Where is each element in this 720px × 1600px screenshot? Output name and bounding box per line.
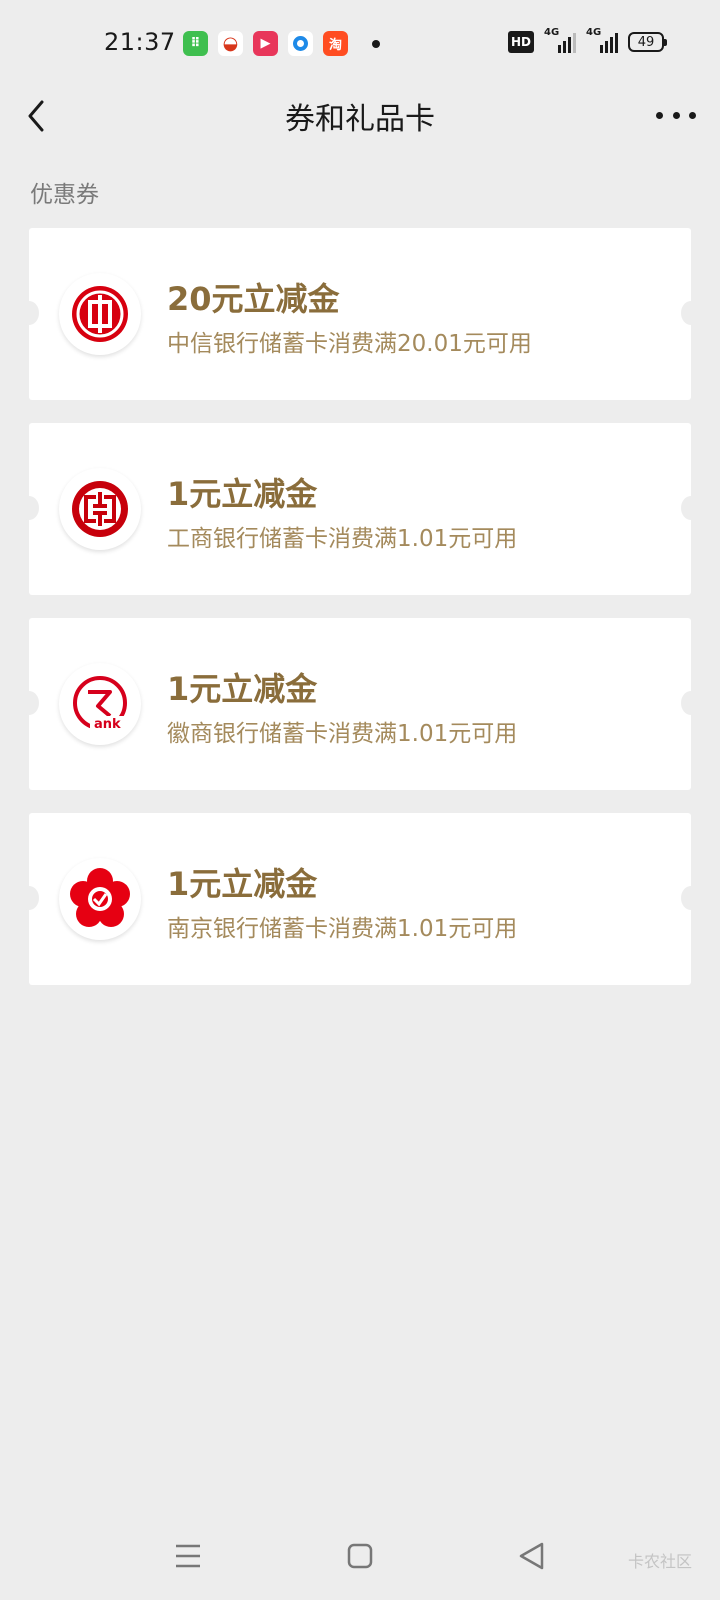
- system-icons: HD 4G 4G 49: [507, 27, 667, 53]
- coupon-card-icbc[interactable]: 1元立减金 工商银行储蓄卡消费满1.01元可用: [19, 423, 701, 595]
- battery-icon: 49: [628, 32, 667, 52]
- more-dot-icon: [689, 111, 696, 119]
- square-icon: [347, 1543, 373, 1569]
- menu-icon: [176, 1544, 200, 1568]
- huishang-logo-text: ank: [94, 717, 121, 732]
- signal-1-label: 4G: [544, 27, 560, 38]
- coupon-desc: 工商银行储蓄卡消费满1.01元可用: [167, 526, 518, 552]
- signal-icon-2: 4G: [586, 27, 618, 53]
- watermark: 卡农社区: [627, 1552, 692, 1571]
- notification-icons: ⠿ ◒ ▶ 淘: [183, 31, 348, 56]
- coupon-desc: 中信银行储蓄卡消费满20.01元可用: [167, 331, 532, 357]
- coupon-title: 1元立减金: [167, 475, 318, 513]
- status-bar: 21:37 ⠿ ◒ ▶ 淘 HD 4G 4G 49: [0, 0, 720, 88]
- coupon-list: 20元立减金 中信银行储蓄卡消费满20.01元可用 1元立减金 工商银行储蓄卡消…: [19, 228, 701, 1008]
- signal-2-label: 4G: [586, 27, 602, 38]
- citic-bank-logo: [59, 273, 141, 355]
- coupon-title: 20元立减金: [167, 280, 340, 318]
- coupon-card-huishang[interactable]: ank 1元立减金 徽商银行储蓄卡消费满1.01元可用: [19, 618, 701, 790]
- section-label-coupons: 优惠券: [30, 182, 99, 208]
- coupon-desc: 南京银行储蓄卡消费满1.01元可用: [167, 916, 518, 942]
- coupon-desc: 徽商银行储蓄卡消费满1.01元可用: [167, 721, 518, 747]
- app-icon-taobao-orange: ◒: [218, 31, 243, 56]
- app-icon-video-pink: ▶: [253, 31, 278, 56]
- system-back-button[interactable]: [512, 1536, 552, 1576]
- coupon-title: 1元立减金: [167, 865, 318, 903]
- app-icon-green: ⠿: [183, 31, 208, 56]
- recent-apps-button[interactable]: [168, 1536, 208, 1576]
- app-icon-blue-ring: [288, 31, 313, 56]
- app-icon-taobao-red: 淘: [323, 31, 348, 56]
- nav-bar: 券和礼品卡: [0, 88, 720, 144]
- coupon-card-citic[interactable]: 20元立减金 中信银行储蓄卡消费满20.01元可用: [19, 228, 701, 400]
- status-time: 21:37: [104, 28, 176, 56]
- coupon-card-nanjing[interactable]: 1元立减金 南京银行储蓄卡消费满1.01元可用: [19, 813, 701, 985]
- more-dot-icon: [656, 111, 663, 119]
- page-title: 券和礼品卡: [285, 102, 435, 137]
- nanjing-bank-logo: [59, 858, 141, 940]
- hd-voice-icon: HD: [507, 31, 534, 53]
- more-notifications-dot: [372, 40, 380, 48]
- more-dot-icon: [672, 111, 680, 119]
- system-navigation-bar: [0, 1520, 720, 1590]
- triangle-left-icon: [519, 1542, 544, 1570]
- coupon-title: 1元立减金: [167, 670, 318, 708]
- huishang-bank-logo: ank: [59, 663, 141, 745]
- icbc-bank-logo: [59, 468, 141, 550]
- home-button[interactable]: [340, 1536, 380, 1576]
- more-button[interactable]: [656, 100, 696, 130]
- signal-icon-1: 4G: [544, 27, 576, 53]
